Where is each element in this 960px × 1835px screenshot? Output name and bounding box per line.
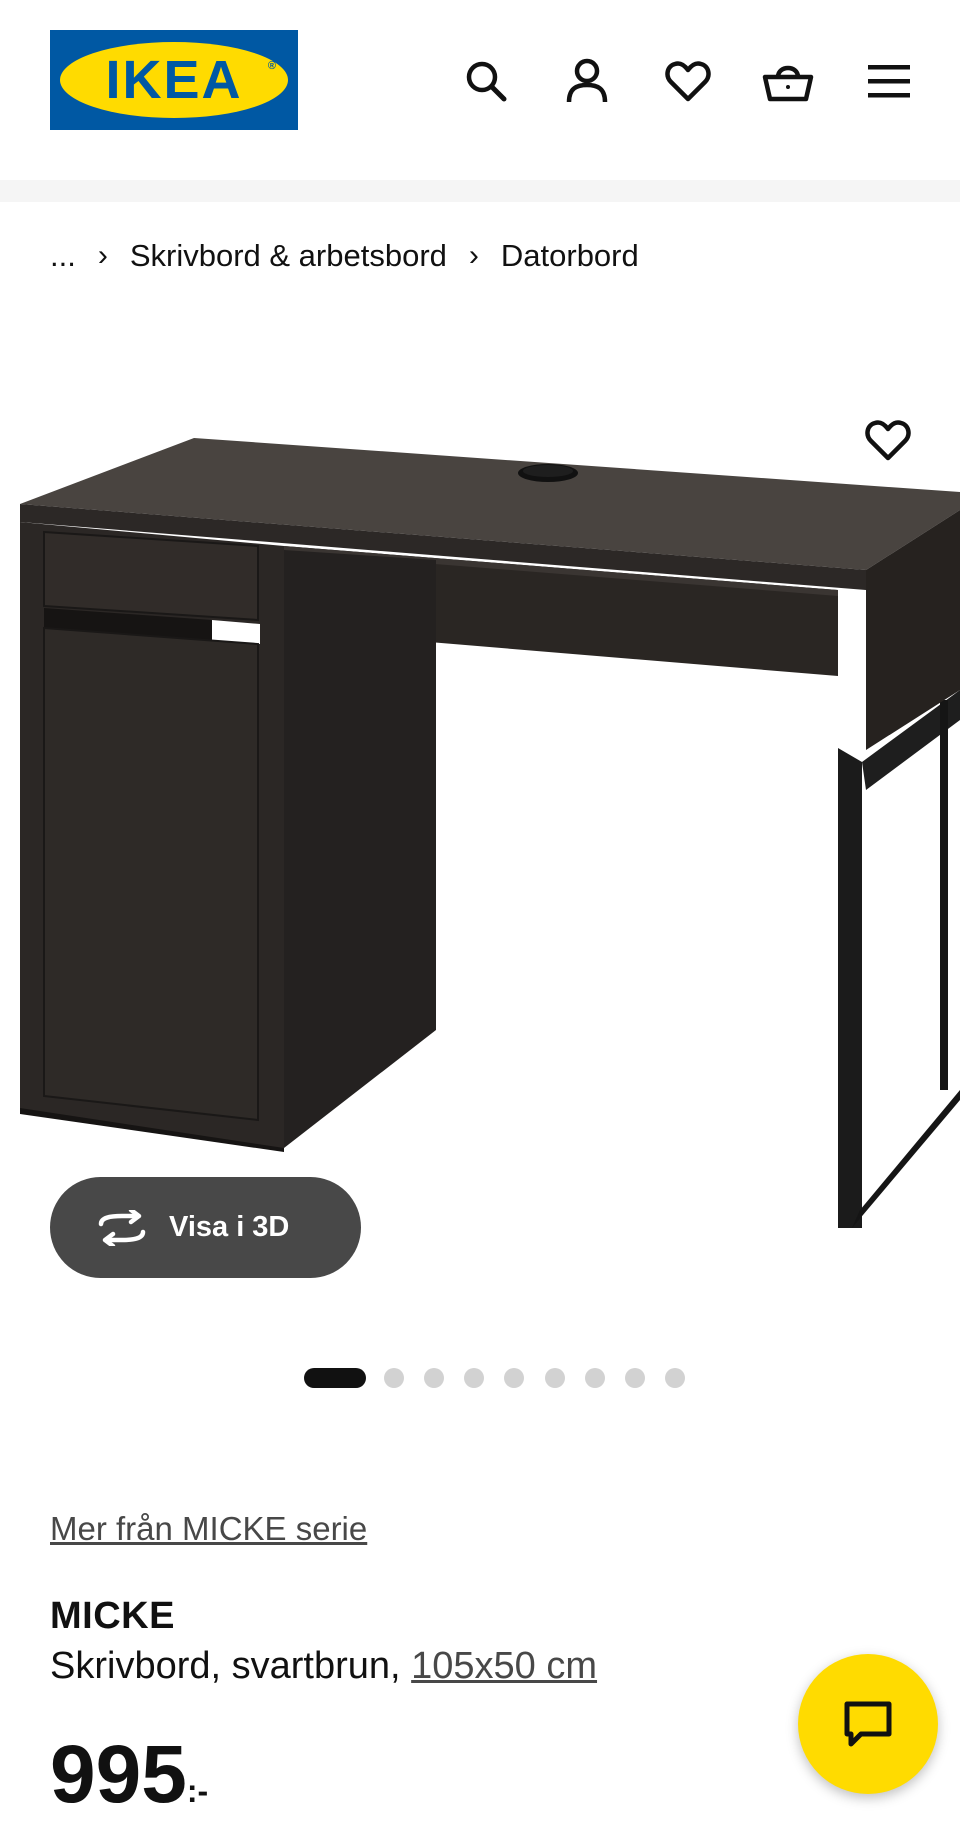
- site-header: IKEA ®: [0, 0, 960, 180]
- product-name: MICKE: [50, 1595, 175, 1637]
- breadcrumb-item-computer-desks[interactable]: Datorbord: [501, 238, 639, 274]
- view-in-3d-button[interactable]: Visa i 3D: [50, 1177, 361, 1278]
- account-icon[interactable]: [561, 55, 613, 107]
- logo-text: IKEA: [105, 50, 243, 110]
- breadcrumb-item-desks[interactable]: Skrivbord & arbetsbord: [130, 238, 447, 274]
- view-in-3d-label: Visa i 3D: [169, 1211, 290, 1243]
- price-suffix: :-: [186, 1773, 209, 1809]
- carousel-dot[interactable]: [304, 1368, 366, 1388]
- rotate-3d-icon: [95, 1208, 149, 1248]
- product-size-link[interactable]: 105x50 cm: [411, 1645, 597, 1687]
- product-description-text: Skrivbord, svartbrun,: [50, 1645, 401, 1687]
- breadcrumb-ellipsis[interactable]: ...: [50, 238, 76, 274]
- carousel-dot[interactable]: [665, 1368, 685, 1388]
- carousel-dot[interactable]: [545, 1368, 565, 1388]
- add-to-favourites-button[interactable]: [856, 408, 920, 472]
- breadcrumb: ... › Skrivbord & arbetsbord › Datorbord: [50, 232, 639, 280]
- carousel-dot[interactable]: [585, 1368, 605, 1388]
- header-divider: [0, 180, 960, 202]
- series-link[interactable]: Mer från MICKE serie: [50, 1510, 367, 1548]
- price-amount: 995: [50, 1729, 187, 1820]
- product-description: Skrivbord, svartbrun, 105x50 cm: [50, 1645, 597, 1688]
- chat-button[interactable]: [798, 1654, 938, 1794]
- carousel-dot[interactable]: [464, 1368, 484, 1388]
- menu-icon[interactable]: [863, 55, 915, 107]
- search-icon[interactable]: [460, 55, 512, 107]
- logo-registered-mark: ®: [267, 60, 276, 72]
- ikea-logo[interactable]: IKEA ®: [50, 30, 298, 130]
- product-image[interactable]: [0, 330, 960, 1320]
- carousel-dot[interactable]: [424, 1368, 444, 1388]
- carousel-dot[interactable]: [384, 1368, 404, 1388]
- breadcrumb-separator: ›: [97, 239, 108, 272]
- basket-icon[interactable]: [762, 55, 814, 107]
- heart-icon[interactable]: [662, 55, 714, 107]
- carousel-dot[interactable]: [625, 1368, 645, 1388]
- chat-icon: [844, 1701, 892, 1747]
- product-price: 995:-: [50, 1730, 208, 1820]
- breadcrumb-separator: ›: [468, 239, 479, 272]
- image-carousel-indicator: [0, 1366, 960, 1390]
- carousel-dot[interactable]: [504, 1368, 524, 1388]
